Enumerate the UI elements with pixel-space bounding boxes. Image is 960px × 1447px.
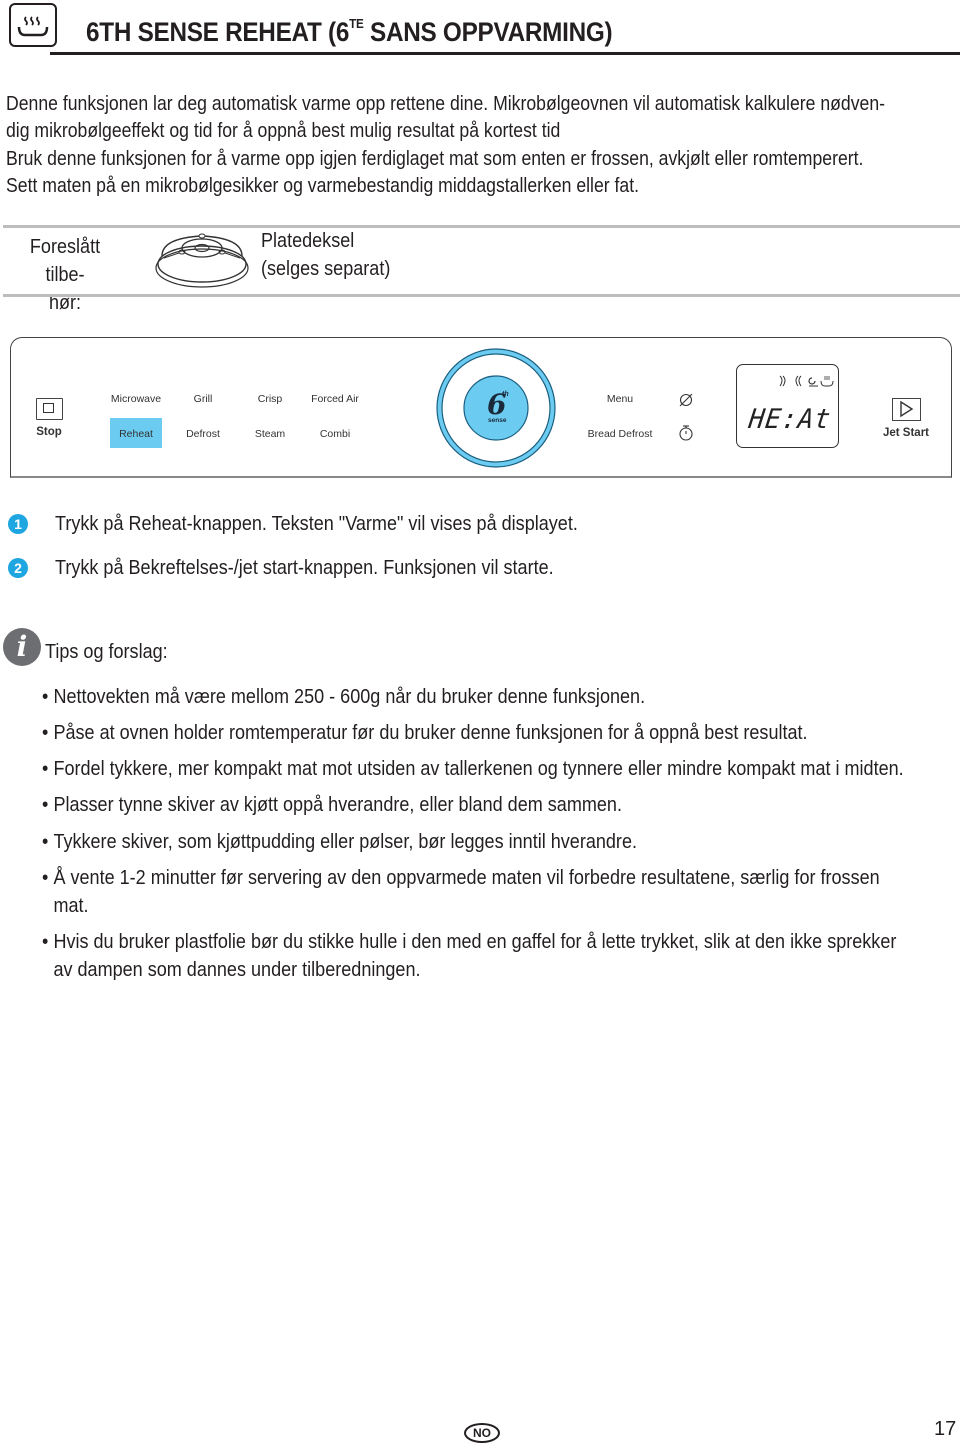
- lcd-display-text: HE:At: [746, 404, 834, 435]
- accessory-top-rule: [3, 225, 960, 228]
- step-text: Trykk på Reheat-knappen. Teksten "Varme"…: [55, 512, 578, 535]
- step-number-badge: 1: [8, 514, 28, 534]
- reheat-button[interactable]: Reheat: [119, 428, 153, 440]
- menu-button[interactable]: Menu: [607, 393, 633, 405]
- stop-button[interactable]: [36, 398, 63, 420]
- tip-text: Nettovekten må være mellom 250 - 600g nå…: [53, 685, 646, 708]
- tip-text: Å vente 1-2 minutter før servering av de…: [53, 866, 880, 889]
- accessory-name-line: Platedeksel: [261, 229, 355, 252]
- tips-title: Tips og forslag:: [45, 640, 168, 663]
- tip-item: • Hvis du bruker plastfolie bør du stikke…: [42, 928, 896, 984]
- page-title: 6TH SENSE REHEAT (6TE SANS OPPVARMING): [86, 16, 613, 48]
- accessory-label: Foreslått tilbe- hør:: [10, 233, 120, 317]
- tip-text-continued: mat.: [53, 894, 89, 917]
- tip-item: • Nettovekten må være mellom 250 - 600g n…: [42, 685, 646, 708]
- tip-text: Påse at ovnen holder romtemperatur før d…: [53, 721, 808, 744]
- jet-start-button[interactable]: [892, 398, 921, 421]
- accessory-bottom-rule: [3, 294, 960, 297]
- tip-text: Fordel tykkere, mer kompakt mat mot utsi…: [53, 757, 904, 780]
- title-rest: SANS OPPVARMING): [363, 17, 613, 47]
- tip-text: Hvis du bruker plastfolie bør du stikke …: [53, 930, 897, 953]
- title-main: 6TH SENSE REHEAT (6: [86, 17, 350, 47]
- header-rule: [50, 52, 960, 55]
- accessory-label-line: Foreslått tilbe-: [29, 235, 101, 286]
- bread-defrost-button[interactable]: Bread Defrost: [588, 428, 653, 440]
- forced-air-button[interactable]: Forced Air: [311, 393, 359, 405]
- jet-start-label: Jet Start: [882, 427, 930, 439]
- plate-cover-icon: [152, 224, 252, 290]
- tip-item: • Plasser tynne skiver av kjøtt oppå hver…: [42, 793, 622, 816]
- step-number-badge: 2: [8, 558, 28, 578]
- crisp-button[interactable]: Crisp: [258, 393, 283, 405]
- tip-text: Tykkere skiver, som kjøttpudding eller p…: [53, 830, 637, 853]
- timer-icon[interactable]: [678, 424, 694, 447]
- tip-item: • Tykkere skiver, som kjøttpudding eller …: [42, 830, 637, 853]
- lcd-status-icons: [776, 372, 836, 395]
- intro-line: Sett maten på en mikrobølgesikker og var…: [6, 173, 640, 197]
- defrost-button[interactable]: Defrost: [186, 428, 220, 440]
- intro-line: dig mikrobølgeeffekt og tid for å oppnå …: [6, 119, 561, 143]
- tip-item: • Fordel tykkere, mer kompakt mat mot uts…: [42, 757, 904, 780]
- microwave-button[interactable]: Microwave: [111, 393, 161, 405]
- intro-line: Denne funksjonen lar deg automatisk varm…: [6, 92, 886, 115]
- info-icon: i: [3, 628, 41, 666]
- grill-button[interactable]: Grill: [194, 393, 213, 405]
- tip-text-continued: av dampen som dannes under tilberedninge…: [53, 958, 421, 981]
- steam-button[interactable]: Steam: [255, 428, 285, 440]
- accessory-name-line: (selges separat): [261, 257, 391, 280]
- step-text: Trykk på Bekreftelses-/jet start-knappen…: [55, 556, 554, 579]
- accessory-name: Platedeksel (selges separat): [261, 227, 390, 283]
- tip-text: Plasser tynne skiver av kjøtt oppå hvera…: [53, 793, 622, 816]
- stop-label: Stop: [36, 426, 62, 438]
- intro-line: Bruk denne funksjonen for å varme opp ig…: [6, 146, 864, 170]
- dial-label-sense: sense: [488, 417, 507, 424]
- intro-paragraph: Denne funksjonen lar deg automatisk varm…: [6, 90, 960, 199]
- tip-item: • Å vente 1-2 minutter før servering av d…: [42, 864, 880, 920]
- page-number: 17: [934, 1418, 957, 1440]
- dial-label-th: th: [502, 391, 509, 398]
- menu-plate-icon[interactable]: [678, 392, 694, 413]
- language-badge: NO: [464, 1423, 500, 1443]
- reheat-plate-steam-icon: [9, 3, 57, 47]
- title-superscript: TE: [349, 16, 364, 31]
- combi-button[interactable]: Combi: [320, 428, 350, 440]
- tip-item: • Påse at ovnen holder romtemperatur før …: [42, 721, 808, 744]
